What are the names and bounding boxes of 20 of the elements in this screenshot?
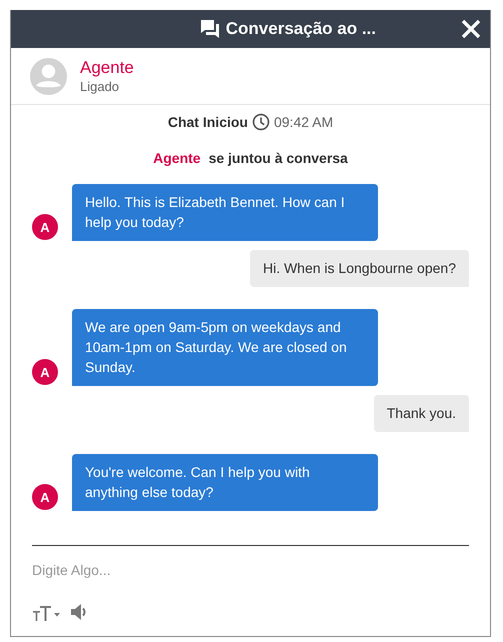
joined-text: se juntou à conversa [208,150,348,166]
clock-icon [252,113,270,131]
message-bubble: Hello. This is Elizabeth Bennet. How can I help you today? [72,184,378,241]
chat-icon [200,19,220,39]
message-bubble: Hi. When is Longbourne open? [250,250,469,287]
avatar-badge: A [32,359,58,385]
message-bubble: We are open 9am-5pm on weekdays and 10am-1pm on Saturday. We are closed on Sunday. [72,309,378,386]
avatar-badge: A [32,484,58,510]
agent-name: Agente [80,58,134,78]
agent-name: Agente [153,150,201,166]
close-button[interactable] [460,18,482,40]
avatar-icon [30,58,67,94]
message-bubble: Thank you. [374,395,469,432]
avatar-badge: A [32,214,58,240]
agent-status: Ligado [80,78,120,94]
message-bubble: You're welcome. Can I help you with anything else today? [72,454,378,511]
chat-started-label: Chat Iniciou [168,114,248,130]
message-input[interactable]: Digite Algo... [32,545,469,578]
window-title: Conversação ao ... [226,19,376,39]
chat-start-time: 09:42 AM [274,114,334,130]
